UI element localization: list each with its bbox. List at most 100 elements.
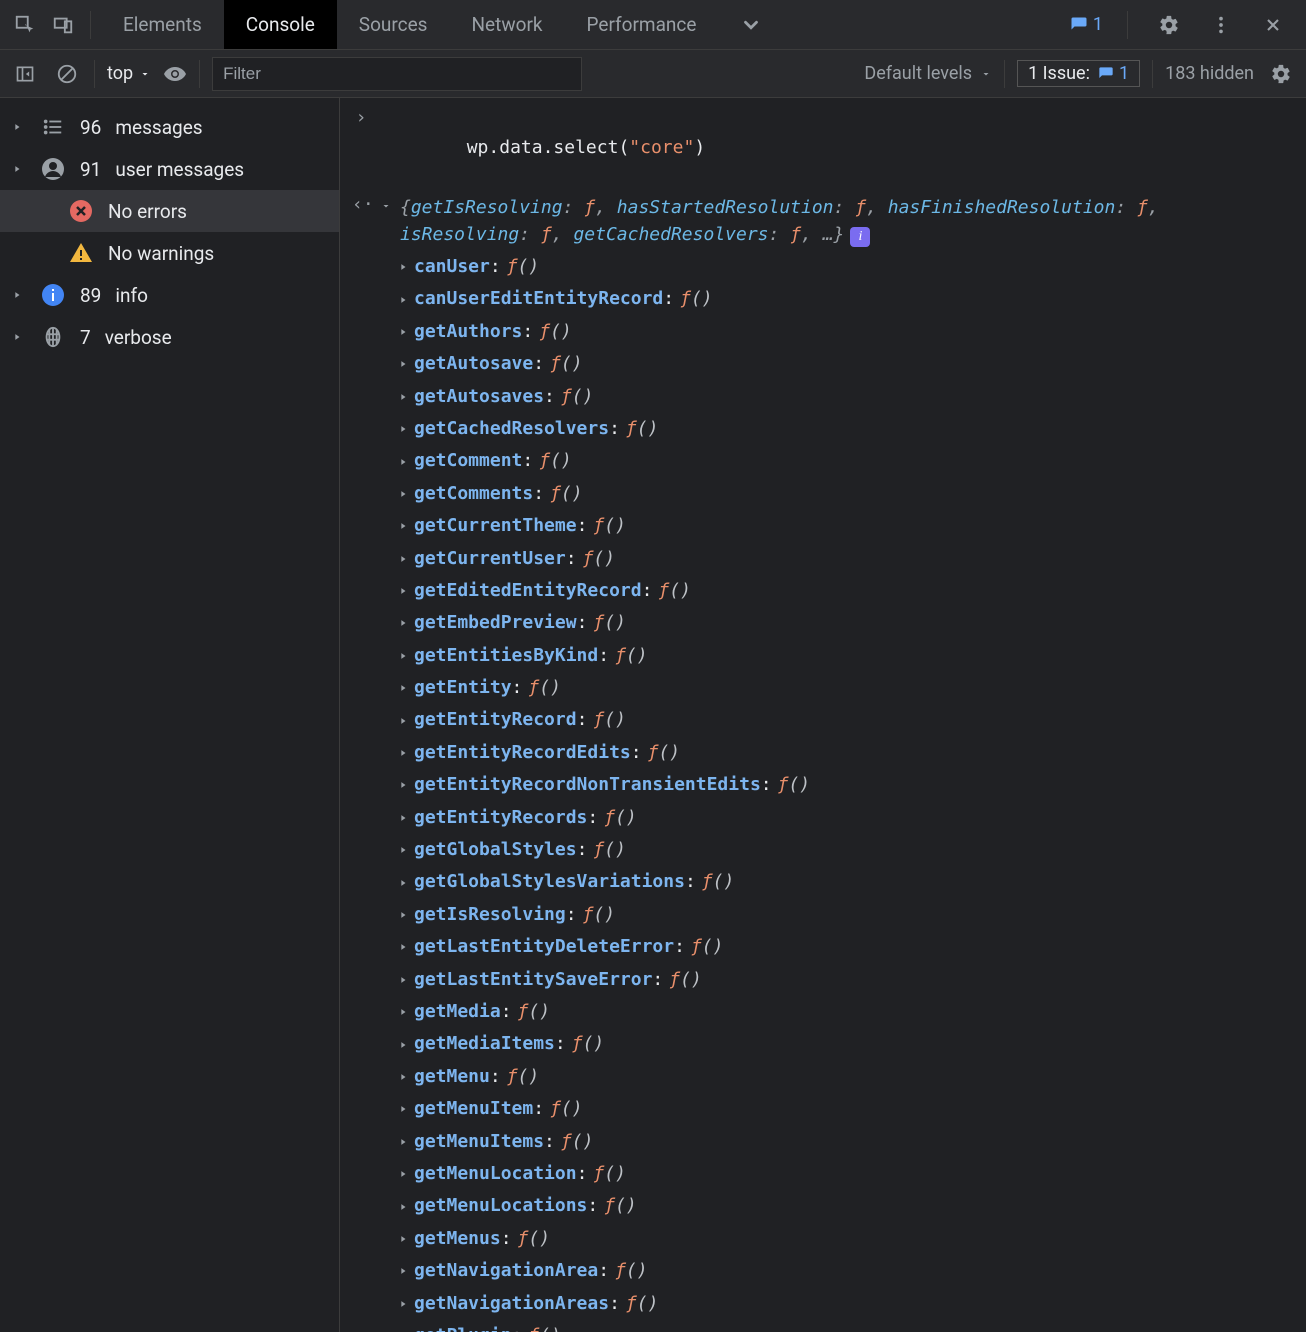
toggle-sidebar-icon[interactable] bbox=[10, 59, 40, 89]
object-property[interactable]: getEntity: ƒ () bbox=[398, 672, 1306, 704]
sidebar-item-verbose[interactable]: 7 verbose bbox=[0, 316, 339, 358]
object-property[interactable]: getCurrentUser: ƒ () bbox=[398, 543, 1306, 575]
tab-elements[interactable]: Elements bbox=[101, 0, 224, 49]
settings-icon[interactable] bbox=[1152, 8, 1186, 42]
sidebar-item-error[interactable]: No errors bbox=[0, 190, 339, 232]
expand-arrow-icon[interactable] bbox=[398, 975, 408, 985]
object-property[interactable]: getCachedResolvers: ƒ () bbox=[398, 413, 1306, 445]
object-property[interactable]: getEditedEntityRecord: ƒ () bbox=[398, 575, 1306, 607]
sidebar-item-warn[interactable]: No warnings bbox=[0, 232, 339, 274]
object-property[interactable]: getComment: ƒ () bbox=[398, 445, 1306, 477]
device-toggle-icon[interactable] bbox=[46, 8, 80, 42]
tab-network[interactable]: Network bbox=[449, 0, 564, 49]
expand-arrow-icon[interactable] bbox=[398, 716, 408, 726]
object-property[interactable]: getPlugin: ƒ () bbox=[398, 1320, 1306, 1332]
expand-toggle-icon[interactable] bbox=[380, 200, 392, 212]
object-property[interactable]: getAutosaves: ƒ () bbox=[398, 381, 1306, 413]
object-property[interactable]: getNavigationArea: ƒ () bbox=[398, 1255, 1306, 1287]
object-property[interactable]: canUser: ƒ () bbox=[398, 251, 1306, 283]
tab-overflow[interactable] bbox=[718, 0, 784, 49]
expand-arrow-icon[interactable] bbox=[12, 164, 26, 174]
expand-arrow-icon[interactable] bbox=[398, 295, 408, 305]
expand-arrow-icon[interactable] bbox=[398, 618, 408, 628]
object-property[interactable]: getEmbedPreview: ƒ () bbox=[398, 607, 1306, 639]
object-property[interactable]: getEntityRecordEdits: ƒ () bbox=[398, 737, 1306, 769]
expand-arrow-icon[interactable] bbox=[398, 1234, 408, 1244]
object-property[interactable]: getMenuItem: ƒ () bbox=[398, 1093, 1306, 1125]
object-property[interactable]: getEntityRecords: ƒ () bbox=[398, 802, 1306, 834]
object-property[interactable]: getMenu: ƒ () bbox=[398, 1061, 1306, 1093]
inspect-element-icon[interactable] bbox=[8, 8, 42, 42]
object-property[interactable]: getEntityRecord: ƒ () bbox=[398, 704, 1306, 736]
expand-arrow-icon[interactable] bbox=[398, 1072, 408, 1082]
expand-arrow-icon[interactable] bbox=[398, 1202, 408, 1212]
live-expression-icon[interactable] bbox=[163, 62, 187, 86]
object-property[interactable]: getEntityRecordNonTransientEdits: ƒ () bbox=[398, 769, 1306, 801]
expand-arrow-icon[interactable] bbox=[398, 910, 408, 920]
expand-arrow-icon[interactable] bbox=[398, 1266, 408, 1276]
expand-arrow-icon[interactable] bbox=[12, 332, 26, 342]
expand-arrow-icon[interactable] bbox=[398, 1137, 408, 1147]
tab-sources[interactable]: Sources bbox=[337, 0, 450, 49]
clear-console-icon[interactable] bbox=[52, 59, 82, 89]
expand-arrow-icon[interactable] bbox=[12, 122, 26, 132]
object-property[interactable]: canUserEditEntityRecord: ƒ () bbox=[398, 283, 1306, 315]
expand-arrow-icon[interactable] bbox=[398, 457, 408, 467]
object-property[interactable]: getGlobalStylesVariations: ƒ () bbox=[398, 866, 1306, 898]
expand-arrow-icon[interactable] bbox=[398, 586, 408, 596]
expand-arrow-icon[interactable] bbox=[398, 554, 408, 564]
object-property[interactable]: getCurrentTheme: ƒ () bbox=[398, 510, 1306, 542]
object-property[interactable]: getMenuItems: ƒ () bbox=[398, 1126, 1306, 1158]
expand-arrow-icon[interactable] bbox=[398, 424, 408, 434]
expand-arrow-icon[interactable] bbox=[398, 780, 408, 790]
expand-arrow-icon[interactable] bbox=[398, 651, 408, 661]
object-property[interactable]: getMenuLocation: ƒ () bbox=[398, 1158, 1306, 1190]
info-badge-icon[interactable]: i bbox=[850, 227, 870, 247]
expand-arrow-icon[interactable] bbox=[398, 878, 408, 888]
object-property[interactable]: getMenuLocations: ƒ () bbox=[398, 1190, 1306, 1222]
object-property[interactable]: getMenus: ƒ () bbox=[398, 1223, 1306, 1255]
expand-arrow-icon[interactable] bbox=[398, 1169, 408, 1179]
sidebar-item-user[interactable]: 91 user messages bbox=[0, 148, 339, 190]
hidden-messages-count[interactable]: 183 hidden bbox=[1165, 63, 1254, 84]
object-property[interactable]: getEntitiesByKind: ƒ () bbox=[398, 640, 1306, 672]
log-levels-selector[interactable]: Default levels bbox=[864, 63, 992, 84]
expand-arrow-icon[interactable] bbox=[398, 813, 408, 823]
context-selector[interactable]: top bbox=[107, 63, 151, 84]
expand-arrow-icon[interactable] bbox=[398, 1104, 408, 1114]
expand-arrow-icon[interactable] bbox=[398, 1040, 408, 1050]
object-property[interactable]: getIsResolving: ƒ () bbox=[398, 899, 1306, 931]
expand-arrow-icon[interactable] bbox=[398, 489, 408, 499]
sidebar-item-info[interactable]: 89 info bbox=[0, 274, 339, 316]
sidebar-item-list[interactable]: 96 messages bbox=[0, 106, 339, 148]
expand-arrow-icon[interactable] bbox=[398, 748, 408, 758]
object-property[interactable]: getMedia: ƒ () bbox=[398, 996, 1306, 1028]
object-property[interactable]: getLastEntitySaveError: ƒ () bbox=[398, 964, 1306, 996]
expand-arrow-icon[interactable] bbox=[398, 1007, 408, 1017]
expand-arrow-icon[interactable] bbox=[398, 262, 408, 272]
expand-arrow-icon[interactable] bbox=[398, 327, 408, 337]
issues-button[interactable]: 1 Issue: 1 bbox=[1017, 60, 1140, 87]
tab-console[interactable]: Console bbox=[224, 0, 337, 49]
object-property[interactable]: getNavigationAreas: ƒ () bbox=[398, 1288, 1306, 1320]
close-icon[interactable] bbox=[1256, 8, 1290, 42]
expand-arrow-icon[interactable] bbox=[398, 1299, 408, 1309]
expand-arrow-icon[interactable] bbox=[398, 359, 408, 369]
object-property[interactable]: getAutosave: ƒ () bbox=[398, 348, 1306, 380]
expand-arrow-icon[interactable] bbox=[398, 521, 408, 531]
object-property[interactable]: getComments: ƒ () bbox=[398, 478, 1306, 510]
console-settings-icon[interactable] bbox=[1266, 59, 1296, 89]
object-property[interactable]: getMediaItems: ƒ () bbox=[398, 1028, 1306, 1060]
expand-arrow-icon[interactable] bbox=[398, 683, 408, 693]
expand-arrow-icon[interactable] bbox=[398, 392, 408, 402]
expand-arrow-icon[interactable] bbox=[398, 845, 408, 855]
filter-input[interactable] bbox=[212, 57, 582, 91]
expand-arrow-icon[interactable] bbox=[398, 942, 408, 952]
object-property[interactable]: getGlobalStyles: ƒ () bbox=[398, 834, 1306, 866]
object-property[interactable]: getAuthors: ƒ () bbox=[398, 316, 1306, 348]
kebab-menu-icon[interactable] bbox=[1204, 8, 1238, 42]
tab-performance[interactable]: Performance bbox=[565, 0, 719, 49]
expand-arrow-icon[interactable] bbox=[12, 290, 26, 300]
object-property[interactable]: getLastEntityDeleteError: ƒ () bbox=[398, 931, 1306, 963]
issues-indicator[interactable]: 1 bbox=[1070, 14, 1103, 35]
